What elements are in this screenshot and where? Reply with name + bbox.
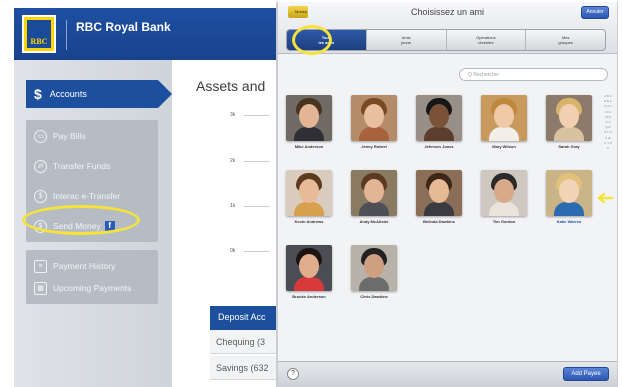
send-money-highlight (22, 205, 140, 235)
friend-name: Katie Warren (556, 219, 582, 224)
grid-line (244, 251, 270, 252)
sidebar-item-label: Transfer Funds (53, 161, 111, 171)
friend-name: Mary Wilson (492, 144, 516, 149)
rbc-app: RBC RBC Royal Bank $ Accounts ▭ Pay Bill… (14, 8, 314, 387)
alphabet-index[interactable]: A B C D E F G H I J K L M N O P Q R S T … (604, 94, 612, 151)
friend-tile[interactable]: Belinda Dawkins (410, 170, 468, 230)
sidebar-item-transfer-funds[interactable]: ⇄ Transfer Funds (34, 158, 110, 174)
rbc-logo: RBC (22, 15, 56, 53)
friend-tile[interactable]: Katie Warren (540, 170, 598, 230)
friend-photo (351, 170, 397, 216)
cancel-button[interactable]: Annuler (581, 6, 609, 19)
grid-line (244, 115, 270, 116)
friend-name: Mike Anderson (294, 144, 324, 149)
sidebar-item-label: Pay Bills (53, 131, 86, 141)
friend-photo (481, 95, 527, 141)
add-payee-button[interactable]: Add Payee (563, 367, 609, 381)
friend-photo (286, 170, 332, 216)
friend-tile[interactable]: Mary Wilson (475, 95, 533, 155)
friend-name: Belinda Dawkins (423, 219, 455, 224)
y-tick: 3k (230, 112, 236, 118)
list-icon: ≡ (34, 259, 47, 273)
friend-tile[interactable]: Tim Gordon (475, 170, 533, 230)
header-divider (66, 20, 67, 50)
grid-line (244, 161, 270, 162)
sidebar-item-accounts[interactable]: $ Accounts (26, 80, 172, 108)
friend-name: Chris Dawkins (360, 294, 388, 299)
friend-photo (416, 95, 462, 141)
friend-name: Andy McAlister (359, 219, 389, 224)
friend-photo (481, 170, 527, 216)
chooser-footer: ? Add Payee (278, 361, 617, 387)
sidebar-item-interac[interactable]: $ Interac e-Transfer (34, 188, 120, 204)
friend-chooser: Money Choisissez un ami Annuler Tous les… (276, 2, 618, 387)
sidebar-item-label: Payment History (53, 261, 116, 271)
friend-filter-tabs: Tous les amis Amis jeune Opérations réce… (286, 29, 606, 51)
sidebar-item-label: Accounts (49, 89, 87, 99)
rbc-logo-text: RBC (27, 20, 51, 48)
friend-tile[interactable]: Kevin Andrews (280, 170, 338, 230)
selection-arrow-icon (597, 192, 613, 204)
friend-photo (546, 170, 592, 216)
transfer-icon: ⇄ (34, 159, 47, 173)
all-friends-highlight (292, 25, 332, 55)
friend-photo (546, 95, 592, 141)
friend-photo (351, 245, 397, 291)
friend-photo (351, 95, 397, 141)
tab-young-friends[interactable]: Amis jeune (367, 30, 447, 50)
friend-name: Brooke Anderson (292, 294, 326, 299)
history-group: ≡ Payment History ▦ Upcoming Payments (26, 250, 158, 304)
sidebar-item-label: Interac e-Transfer (53, 191, 121, 201)
friend-name: Tim Gordon (492, 219, 516, 224)
sidebar-item-label: Upcoming Payments (53, 283, 132, 293)
dollar-icon: $ (34, 86, 42, 102)
sidebar-item-pay-bills[interactable]: ▭ Pay Bills (34, 128, 86, 144)
friend-tile[interactable]: Sarah Gray (540, 95, 598, 155)
y-tick: 2k (230, 158, 236, 164)
friend-name: Kevin Andrews (294, 219, 324, 224)
friend-tile[interactable]: Mike Anderson (280, 95, 338, 155)
sidebar-item-upcoming-payments[interactable]: ▦ Upcoming Payments (34, 280, 131, 296)
tab-recent-operations[interactable]: Opérations récentes (447, 30, 527, 50)
rbc-header: RBC RBC Royal Bank (14, 8, 314, 60)
friend-tile[interactable]: Brooke Anderson (280, 245, 338, 305)
bill-icon: ▭ (34, 129, 47, 143)
grid-line (244, 206, 270, 207)
chooser-title: Choisissez un ami (410, 7, 485, 17)
friend-tile[interactable]: Jeferson Jones (410, 95, 468, 155)
friend-name: Jenny Robert (361, 144, 387, 149)
friend-photo (286, 245, 332, 291)
friend-tile[interactable]: Jenny Robert (345, 95, 403, 155)
friend-tile[interactable]: Chris Dawkins (345, 245, 403, 305)
friend-photo (286, 95, 332, 141)
dollar-circle-icon: $ (34, 189, 47, 203)
friend-name: Sarah Gray (558, 144, 580, 149)
y-tick: 0k (230, 248, 236, 254)
friend-name: Jeferson Jones (424, 144, 454, 149)
assets-title: Assets and (196, 78, 266, 94)
help-button[interactable]: ? (287, 368, 299, 380)
tab-my-groups[interactable]: Mes groupes (526, 30, 605, 50)
bank-title: RBC Royal Bank (76, 20, 171, 34)
friend-tile[interactable]: Andy McAlister (345, 170, 403, 230)
friend-photo (416, 170, 462, 216)
y-tick: 1k (230, 203, 236, 209)
calendar-icon: ▦ (34, 281, 47, 295)
sidebar-item-payment-history[interactable]: ≡ Payment History (34, 258, 115, 274)
search-input[interactable]: Q Rechercher (459, 68, 608, 81)
